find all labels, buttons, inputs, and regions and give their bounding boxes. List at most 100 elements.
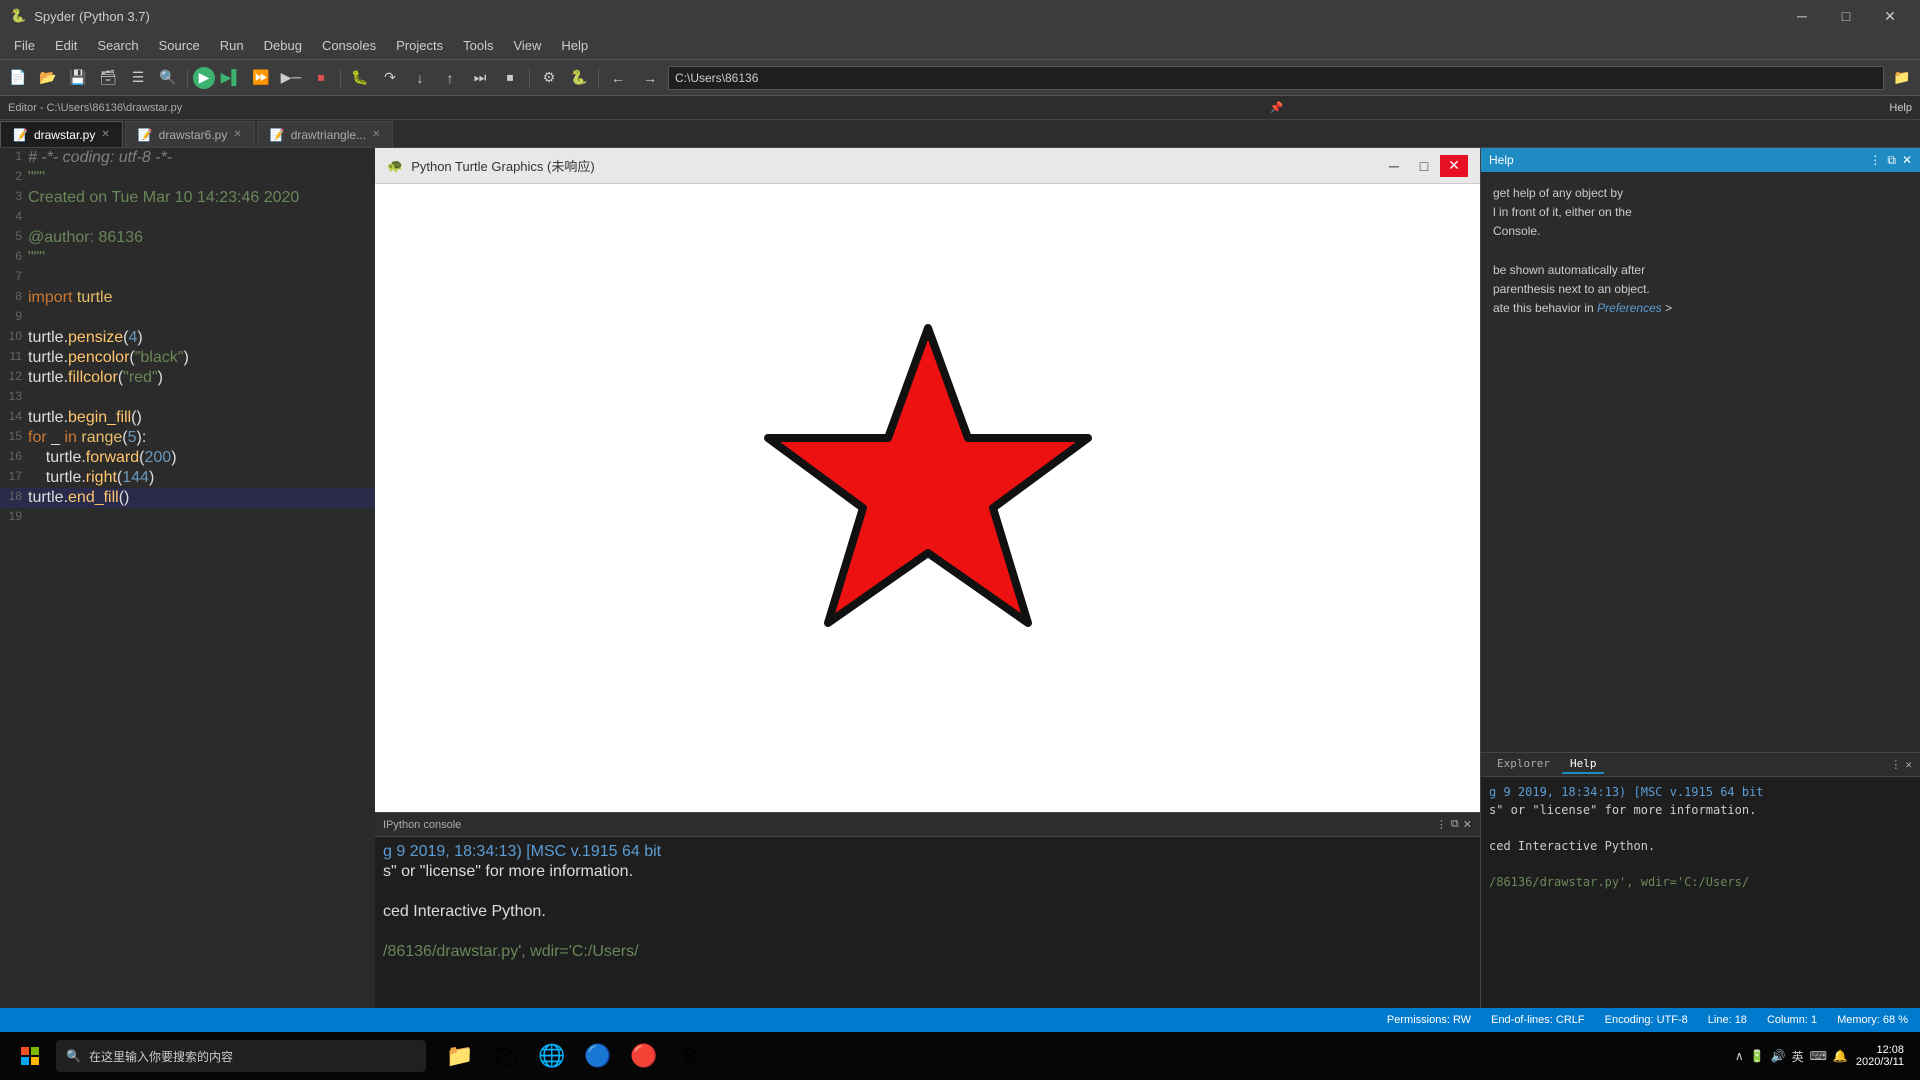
taskbar: 🔍 在这里输入你要搜索的内容 📁 🛍 🌐 🔵 🔴 ⚙ ∧ 🔋 🔊 英 ⌨ 🔔 1… [0,1032,1920,1080]
menu-search[interactable]: Search [87,32,148,60]
line-num-9: 9 [0,308,28,323]
console-pane: IPython console ⋮ ⧉ ✕ g 9 2019, 18:34:13… [375,812,1480,1032]
taskbar-network-icon[interactable]: 🔋 [1750,1049,1765,1063]
step-out-button[interactable]: ↑ [436,64,464,92]
menu-consoles[interactable]: Consoles [312,32,386,60]
run-selection-button[interactable]: ▶─ [277,64,305,92]
notification-icon[interactable]: 🔔 [1833,1049,1848,1063]
step-into-button[interactable]: ↓ [406,64,434,92]
back-button[interactable]: ← [604,64,632,92]
turtle-close[interactable]: ✕ [1440,155,1468,177]
stop-debug-button[interactable]: ⏹ [496,64,524,92]
find-button[interactable]: 🔍 [154,64,182,92]
editor-path-label: Editor - C:\Users\86136\drawstar.py [8,102,182,114]
code-content-19 [28,508,375,509]
close-button[interactable]: ✕ [1870,2,1910,30]
help-options-icon[interactable]: ⋮ [1869,153,1881,168]
menu-source[interactable]: Source [149,32,210,60]
tab-label-2: drawstar6.py [159,128,228,142]
taskbar-search-bar[interactable]: 🔍 在这里输入你要搜索的内容 [56,1040,426,1072]
code-content-3: Created on Tue Mar 10 14:23:46 2020 [28,188,375,207]
pin-icon[interactable]: 📌 [1270,101,1284,114]
path-input[interactable] [668,66,1884,90]
debug-button[interactable]: 🐛 [346,64,374,92]
tab-drawstar6[interactable]: 📝 drawstar6.py ✕ [125,121,255,147]
turtle-icon: 🐢 [387,158,403,174]
app-title: Spyder (Python 3.7) [34,9,150,24]
windows-logo-icon [21,1047,39,1065]
menu-edit[interactable]: Edit [45,32,87,60]
console-close-icon[interactable]: ✕ [1463,818,1472,831]
settings-button[interactable]: ⚙ [535,64,563,92]
forward-button[interactable]: → [636,64,664,92]
menu-view[interactable]: View [503,32,551,60]
menu-projects[interactable]: Projects [386,32,453,60]
taskbar-app-6[interactable]: ⚙ [668,1034,712,1078]
taskbar-store[interactable]: 🛍 [484,1034,528,1078]
code-editor[interactable]: 1 # -*- coding: utf-8 -*- 2 """ 3 Create… [0,148,375,1032]
taskbar-chrome[interactable]: 🌐 [530,1034,574,1078]
minimize-button[interactable]: ─ [1782,2,1822,30]
menu-help[interactable]: Help [551,32,598,60]
console-float-icon[interactable]: ⧉ [1451,818,1459,831]
tab-drawstar[interactable]: 📝 drawstar.py ✕ [0,121,123,147]
start-button[interactable] [8,1034,52,1078]
maximize-button[interactable]: □ [1826,2,1866,30]
turtle-title: 🐢 Python Turtle Graphics (未响应) [387,156,595,175]
turtle-minimize[interactable]: ─ [1380,155,1408,177]
help-text-3: Console. [1493,222,1908,241]
center-column: 🐢 Python Turtle Graphics (未响应) ─ □ ✕ [375,148,1480,1032]
spyder-button[interactable]: 🐍 [565,64,593,92]
save-all-button[interactable]: 🗃 [94,64,122,92]
menu-tools[interactable]: Tools [453,32,503,60]
help-float-icon[interactable]: ⧉ [1887,153,1896,168]
tab-drawtriangle[interactable]: 📝 drawtriangle... ✕ [257,121,394,147]
taskbar-edge[interactable]: 🔵 [576,1034,620,1078]
console-line-2: s" or "license" for more information. [383,863,1472,881]
new-file-button[interactable]: 📄 [4,64,32,92]
help-close-icon[interactable]: ✕ [1902,153,1912,168]
console-header-right: ⋮ ⧉ ✕ [1436,818,1472,831]
turtle-maximize[interactable]: □ [1410,155,1438,177]
help-text-1: get help of any object by [1493,184,1908,203]
right-pane-options-icon[interactable]: ⋮ [1890,758,1901,771]
right-pane-close-icon[interactable]: ✕ [1905,758,1912,771]
turtle-window: 🐢 Python Turtle Graphics (未响应) ─ □ ✕ [375,148,1480,812]
line-num-10: 10 [0,328,28,343]
toolbar: 📄 📂 💾 🗃 ☰ 🔍 ▶ ▶▌ ⏩ ▶─ ⏹ 🐛 ↷ ↓ ↑ ⏭ ⏹ ⚙ 🐍 … [0,60,1920,96]
menu-file[interactable]: File [4,32,45,60]
run-cell-advance-button[interactable]: ⏩ [247,64,275,92]
title-bar-controls: ─ □ ✕ [1782,2,1910,30]
line-num-6: 6 [0,248,28,263]
save-button[interactable]: 💾 [64,64,92,92]
step-button[interactable]: ↷ [376,64,404,92]
taskbar-app-5[interactable]: 🔴 [622,1034,666,1078]
code-content-16: turtle.forward(200) [28,448,375,467]
taskbar-file-explorer[interactable]: 📁 [438,1034,482,1078]
run-cell-button[interactable]: ▶▌ [217,64,245,92]
right-pane-controls: ⋮ ✕ [1890,758,1912,771]
continue-button[interactable]: ⏭ [466,64,494,92]
menu-debug[interactable]: Debug [254,32,312,60]
taskbar-volume-icon[interactable]: 🔊 [1771,1049,1786,1063]
stop-button[interactable]: ⏹ [307,64,335,92]
tab-explorer[interactable]: Explorer [1489,755,1558,774]
browse-button[interactable]: ☰ [124,64,152,92]
taskbar-up-icon[interactable]: ∧ [1735,1049,1744,1063]
toolbar-separator-1 [187,68,188,88]
main-content: 1 # -*- coding: utf-8 -*- 2 """ 3 Create… [0,148,1920,1032]
menu-run[interactable]: Run [210,32,254,60]
run-button[interactable]: ▶ [193,67,215,89]
console-options-icon[interactable]: ⋮ [1436,818,1447,831]
clock-time: 12:08 [1856,1044,1904,1056]
line-num-17: 17 [0,468,28,483]
browse-folder-button[interactable]: 📁 [1888,64,1916,92]
open-file-button[interactable]: 📂 [34,64,62,92]
code-content-8: import turtle [28,288,375,307]
tab-close-3[interactable]: ✕ [372,129,380,140]
line-num-8: 8 [0,288,28,303]
console-line-4: ced Interactive Python. [383,903,1472,921]
tab-close-1[interactable]: ✕ [101,129,109,140]
tab-close-2[interactable]: ✕ [233,129,241,140]
tab-help[interactable]: Help [1562,755,1605,774]
